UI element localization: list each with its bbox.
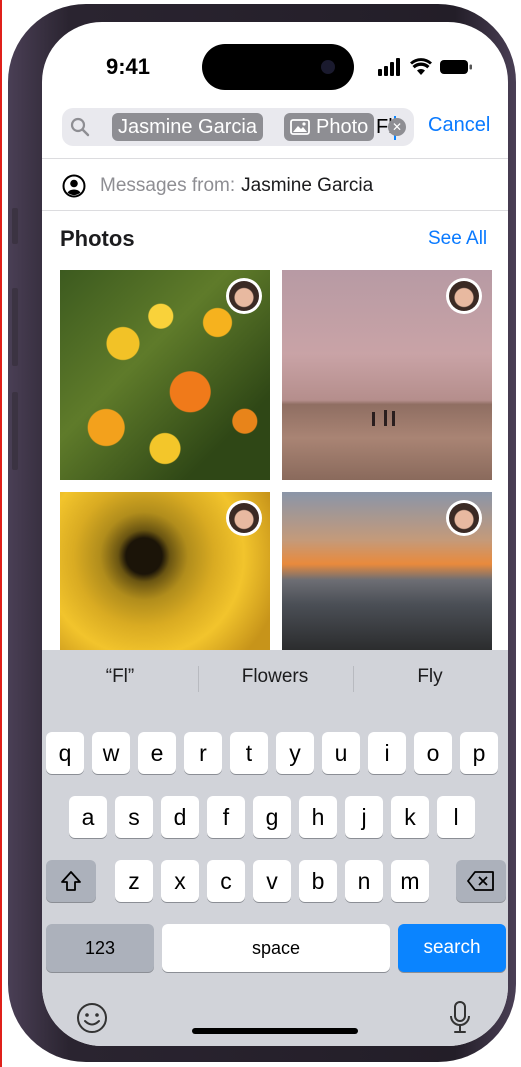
phone-frame: 9:41 Jasmine Garcia Photo Fl ✕ Cancel Me… bbox=[8, 4, 516, 1062]
person-circle-icon bbox=[62, 174, 86, 198]
avatar bbox=[226, 278, 262, 314]
suggestion-prefix: Messages from: bbox=[100, 175, 236, 196]
status-time: 9:41 bbox=[106, 54, 151, 79]
divider bbox=[42, 158, 508, 159]
search-field[interactable]: Jasmine Garcia Photo Fl ✕ bbox=[62, 108, 414, 146]
search-icon bbox=[70, 117, 90, 137]
search-token-photo-label: Photo bbox=[316, 116, 369, 138]
key-c[interactable]: c bbox=[207, 860, 245, 902]
see-all-button[interactable]: See All bbox=[428, 228, 487, 250]
key-i[interactable]: i bbox=[368, 732, 406, 774]
shift-key[interactable] bbox=[46, 860, 96, 902]
search-token-person[interactable]: Jasmine Garcia bbox=[112, 113, 263, 141]
battery-icon bbox=[440, 60, 472, 74]
photo-thumbnail-yellow-flower[interactable] bbox=[60, 492, 270, 652]
microphone-icon[interactable] bbox=[448, 1000, 472, 1036]
avatar bbox=[446, 500, 482, 536]
key-b[interactable]: b bbox=[299, 860, 337, 902]
search-token-photo[interactable]: Photo bbox=[284, 113, 375, 141]
key-n[interactable]: n bbox=[345, 860, 383, 902]
keyboard: “Fl” Flowers Fly q w e r t y u i o p a s… bbox=[42, 650, 508, 1046]
section-title-photos: Photos bbox=[60, 226, 135, 251]
key-y[interactable]: y bbox=[276, 732, 314, 774]
key-j[interactable]: j bbox=[345, 796, 383, 838]
key-d[interactable]: d bbox=[161, 796, 199, 838]
volume-up-button bbox=[12, 288, 18, 366]
key-f[interactable]: f bbox=[207, 796, 245, 838]
key-a[interactable]: a bbox=[69, 796, 107, 838]
space-key[interactable]: space bbox=[162, 924, 390, 972]
shift-icon bbox=[61, 871, 81, 891]
key-u[interactable]: u bbox=[322, 732, 360, 774]
action-button bbox=[12, 208, 18, 244]
clear-search-button[interactable]: ✕ bbox=[388, 118, 406, 136]
emoji-icon[interactable] bbox=[76, 1002, 108, 1034]
avatar bbox=[446, 278, 482, 314]
key-v[interactable]: v bbox=[253, 860, 291, 902]
key-g[interactable]: g bbox=[253, 796, 291, 838]
key-r[interactable]: r bbox=[184, 732, 222, 774]
key-p[interactable]: p bbox=[460, 732, 498, 774]
photo-icon bbox=[290, 119, 310, 135]
suggestion-name: Jasmine Garcia bbox=[241, 175, 374, 196]
search-key[interactable]: search bbox=[398, 924, 506, 972]
clear-icon: ✕ bbox=[391, 120, 403, 134]
key-z[interactable]: z bbox=[115, 860, 153, 902]
key-o[interactable]: o bbox=[414, 732, 452, 774]
screen: 9:41 Jasmine Garcia Photo Fl ✕ Cancel Me… bbox=[42, 22, 508, 1046]
photo-thumbnail-hilltop[interactable] bbox=[282, 270, 492, 480]
delete-key[interactable] bbox=[456, 860, 506, 902]
cancel-button[interactable]: Cancel bbox=[428, 114, 490, 137]
photo-thumbnail-ocean-sunset[interactable] bbox=[282, 492, 492, 652]
status-icons bbox=[378, 58, 472, 76]
suggestion-messages-from[interactable]: Messages from: Jasmine Garcia bbox=[62, 172, 373, 200]
key-k[interactable]: k bbox=[391, 796, 429, 838]
key-x[interactable]: x bbox=[161, 860, 199, 902]
red-edge-line bbox=[0, 0, 2, 1067]
key-q[interactable]: q bbox=[46, 732, 84, 774]
signal-icon bbox=[378, 58, 400, 76]
prediction-1[interactable]: “Fl” bbox=[44, 666, 196, 688]
camera-dot bbox=[321, 60, 335, 74]
photo-thumbnail-flowers[interactable] bbox=[60, 270, 270, 480]
key-l[interactable]: l bbox=[437, 796, 475, 838]
prediction-2[interactable]: Flowers bbox=[199, 666, 351, 688]
key-h[interactable]: h bbox=[299, 796, 337, 838]
volume-down-button bbox=[12, 392, 18, 470]
key-t[interactable]: t bbox=[230, 732, 268, 774]
numbers-key[interactable]: 123 bbox=[46, 924, 154, 972]
key-s[interactable]: s bbox=[115, 796, 153, 838]
avatar bbox=[226, 500, 262, 536]
divider bbox=[42, 210, 508, 211]
dynamic-island bbox=[202, 44, 354, 90]
wifi-icon bbox=[410, 58, 432, 75]
key-e[interactable]: e bbox=[138, 732, 176, 774]
key-w[interactable]: w bbox=[92, 732, 130, 774]
delete-icon bbox=[467, 871, 494, 891]
home-indicator[interactable] bbox=[192, 1028, 358, 1034]
prediction-3[interactable]: Fly bbox=[354, 666, 506, 688]
key-m[interactable]: m bbox=[391, 860, 429, 902]
people-silhouettes bbox=[372, 410, 395, 426]
